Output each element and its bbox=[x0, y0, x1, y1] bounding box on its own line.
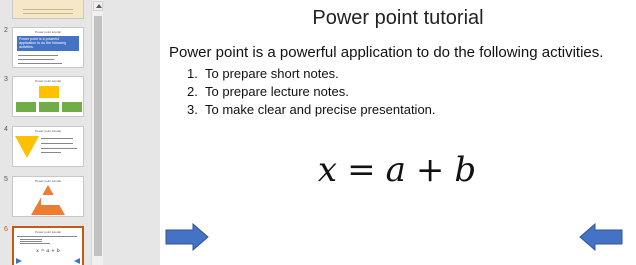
thumbnail-scrollbar[interactable] bbox=[91, 0, 103, 265]
thumbnail-title: Power point tutorial bbox=[35, 129, 61, 133]
slide-thumbnail-2[interactable]: Power point tutorial Power point is a po… bbox=[12, 27, 84, 68]
list-item-text: To make clear and precise presentation. bbox=[205, 102, 436, 117]
list-item-text: To prepare lecture notes. bbox=[205, 84, 349, 99]
slide-intro-text[interactable]: Power point is a powerful application to… bbox=[169, 44, 603, 61]
slide-thumbnail-3[interactable]: Power point tutorial bbox=[12, 76, 84, 117]
slide-thumbnail-partial[interactable] bbox=[12, 0, 84, 19]
slide-thumbnail-6[interactable]: Power point tutorial x = a + b bbox=[12, 226, 84, 265]
slide-canvas[interactable]: Power point tutorial Power point is a po… bbox=[160, 0, 636, 265]
list-item-number: 2. bbox=[187, 84, 198, 99]
thumbnail-text: Power point is a powerful application to… bbox=[19, 37, 67, 49]
equation-plus: + bbox=[415, 150, 447, 190]
thumbnail-number: 2 bbox=[4, 27, 8, 34]
thumbnail-number: 3 bbox=[4, 76, 8, 83]
thumbnail-title: Power point tutorial bbox=[35, 230, 61, 234]
thumbnail-text-box: Power point is a powerful application to… bbox=[17, 36, 79, 51]
equation-equals: = bbox=[347, 150, 378, 190]
list-item[interactable]: 2. To prepare lecture notes. bbox=[187, 83, 436, 101]
list-item-number: 3. bbox=[187, 102, 198, 117]
scrollbar-thumb[interactable] bbox=[94, 16, 102, 256]
equation[interactable]: x = a + b bbox=[160, 150, 636, 190]
thumbnail-formula: x = a + b bbox=[36, 248, 60, 254]
right-arrow-shape[interactable] bbox=[165, 223, 209, 251]
slide-title[interactable]: Power point tutorial bbox=[160, 7, 636, 30]
slide-thumbnail-5[interactable]: Power point tutorial bbox=[12, 176, 84, 217]
equation-x: x bbox=[317, 150, 340, 190]
thumbnail-title: Power point tutorial bbox=[35, 179, 61, 183]
list-item[interactable]: 1. To prepare short notes. bbox=[187, 65, 436, 83]
thumbnail-number: 5 bbox=[4, 176, 8, 183]
list-item-text: To prepare short notes. bbox=[205, 66, 339, 81]
thumbnail-number: 6 bbox=[4, 226, 8, 233]
list-item-number: 1. bbox=[187, 66, 198, 81]
thumbnail-number: 4 bbox=[4, 126, 8, 133]
slide-numbered-list[interactable]: 1. To prepare short notes. 2. To prepare l… bbox=[187, 65, 436, 119]
list-item[interactable]: 3. To make clear and precise presentation… bbox=[187, 101, 436, 119]
slide-thumbnail-4[interactable]: Power point tutorial bbox=[12, 126, 84, 167]
scroll-up-button[interactable] bbox=[93, 1, 103, 11]
left-arrow-shape[interactable] bbox=[579, 223, 623, 251]
equation-b: b bbox=[454, 150, 479, 190]
slide-thumbnail-pane[interactable]: 2 Power point tutorial Power point is a … bbox=[0, 0, 104, 265]
thumbnail-title: Power point tutorial bbox=[35, 79, 61, 83]
powerpoint-editor: 2 Power point tutorial Power point is a … bbox=[0, 0, 636, 265]
thumbnail-title: Power point tutorial bbox=[35, 30, 61, 34]
equation-a: a bbox=[385, 150, 408, 190]
